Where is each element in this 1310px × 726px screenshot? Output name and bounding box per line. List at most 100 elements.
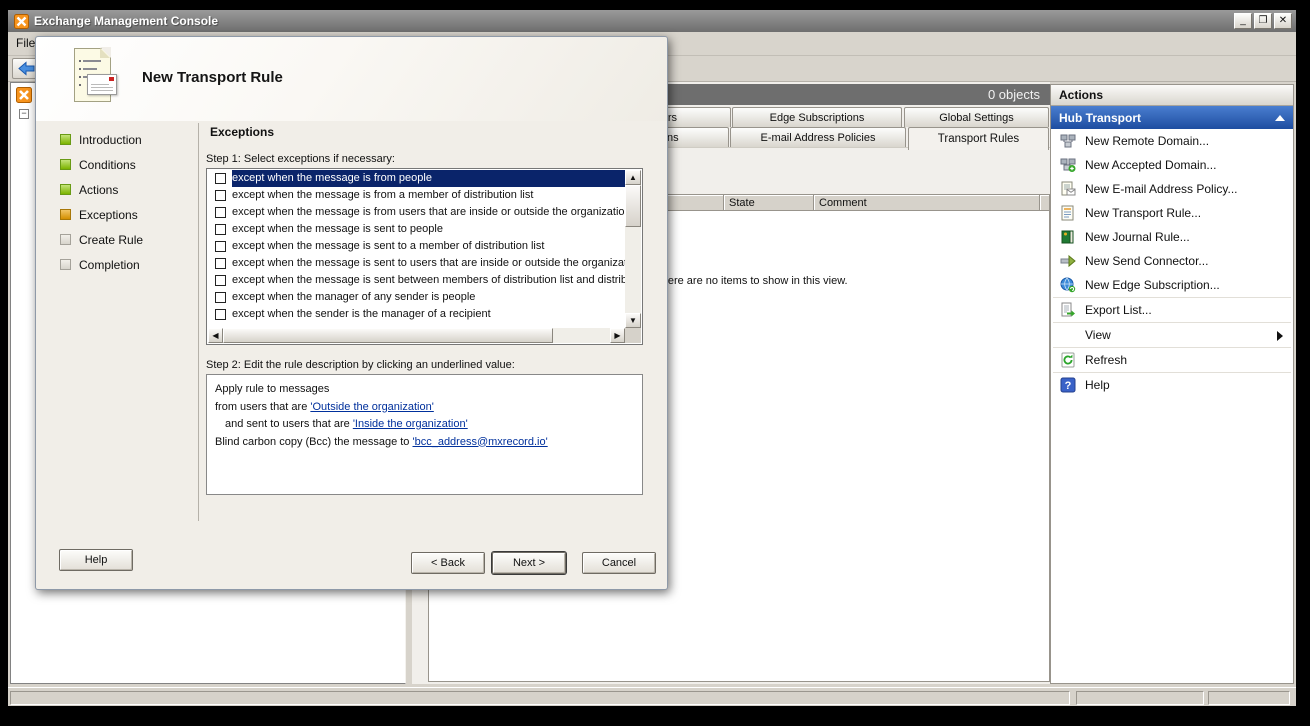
collapse-section-icon[interactable]: [1275, 115, 1285, 121]
restore-button[interactable]: ❐: [1254, 13, 1272, 29]
action-view[interactable]: View: [1051, 323, 1293, 347]
status-section: [1076, 691, 1204, 705]
step-done-icon: [60, 134, 71, 145]
step-introduction[interactable]: Introduction: [60, 127, 195, 152]
wizard-steps: Introduction Conditions Actions Exceptio…: [60, 127, 195, 277]
step2-label: Step 2: Edit the rule description by cli…: [206, 359, 643, 371]
step-current-icon: [60, 209, 71, 220]
step1-label: Step 1: Select exceptions if necessary:: [206, 153, 643, 165]
action-new-edge-subscription[interactable]: New Edge Subscription...: [1051, 273, 1293, 297]
scrollbar-corner: [625, 328, 641, 343]
close-button[interactable]: ✕: [1274, 13, 1292, 29]
scroll-down-icon[interactable]: ▼: [625, 313, 641, 328]
hub-transport-section-header[interactable]: Hub Transport: [1051, 106, 1293, 129]
steps-divider: [198, 123, 199, 521]
tab-global-settings[interactable]: Global Settings: [904, 107, 1049, 127]
empty-view-text: There are no items to show in this view.: [655, 275, 848, 287]
bcc-address-link[interactable]: 'bcc_address@mxrecord.io': [412, 436, 547, 448]
step-conditions[interactable]: Conditions: [60, 152, 195, 177]
exceptions-listbox[interactable]: except when the message is from people e…: [206, 168, 643, 345]
action-new-send-connector[interactable]: New Send Connector...: [1051, 249, 1293, 273]
exception-row[interactable]: except when the message is sent to users…: [208, 255, 625, 272]
step-pending-icon: [60, 234, 71, 245]
status-section: [1208, 691, 1290, 705]
horizontal-scrollbar[interactable]: ◀ ▶: [208, 328, 625, 343]
outside-organization-link[interactable]: 'Outside the organization': [310, 401, 433, 413]
exception-row[interactable]: except when the message is sent between …: [208, 272, 625, 289]
exception-row[interactable]: except when the manager of any sender is…: [208, 289, 625, 306]
checkbox[interactable]: [215, 190, 226, 201]
next-button[interactable]: Next >: [492, 552, 566, 574]
exception-row[interactable]: except when the message is sent to a mem…: [208, 238, 625, 255]
column-header-filler: [1040, 195, 1049, 210]
submenu-arrow-icon: [1277, 331, 1283, 341]
checkbox[interactable]: [215, 207, 226, 218]
remote-domain-icon: [1060, 133, 1076, 149]
exception-row[interactable]: except when the sender is the manager of…: [208, 306, 625, 323]
dialog-content: Exceptions Step 1: Select exceptions if …: [206, 121, 643, 495]
scroll-up-icon[interactable]: ▲: [625, 170, 641, 185]
action-export-list[interactable]: Export List...: [1051, 298, 1293, 322]
tab-edge-subscriptions[interactable]: Edge Subscriptions: [732, 107, 902, 127]
action-new-accepted-domain[interactable]: New Accepted Domain...: [1051, 153, 1293, 177]
tree-collapse-toggle[interactable]: −: [19, 109, 29, 119]
edge-subscription-icon: [1060, 277, 1076, 293]
checkbox[interactable]: [215, 258, 226, 269]
action-new-transport-rule[interactable]: New Transport Rule...: [1051, 201, 1293, 225]
inside-organization-link[interactable]: 'Inside the organization': [353, 418, 468, 430]
step-done-icon: [60, 159, 71, 170]
status-section: [10, 691, 1070, 705]
actions-panel-title: Actions: [1051, 85, 1293, 106]
accepted-domain-icon: [1060, 157, 1076, 173]
send-connector-icon: [1060, 253, 1076, 269]
action-new-remote-domain[interactable]: New Remote Domain...: [1051, 129, 1293, 153]
action-new-journal-rule[interactable]: New Journal Rule...: [1051, 225, 1293, 249]
actions-panel: Actions Hub Transport New Remote Domain.…: [1050, 84, 1294, 684]
scrollbar-thumb[interactable]: [625, 185, 641, 227]
cancel-button[interactable]: Cancel: [582, 552, 656, 574]
step-exceptions[interactable]: Exceptions: [60, 202, 195, 227]
exception-row[interactable]: except when the message is sent to peopl…: [208, 221, 625, 238]
minimize-button[interactable]: _: [1234, 13, 1252, 29]
step-completion[interactable]: Completion: [60, 252, 195, 277]
column-header-state[interactable]: State: [724, 195, 814, 210]
rule-line: Blind carbon copy (Bcc) the message to '…: [215, 434, 634, 452]
export-list-icon: [1060, 302, 1076, 318]
step-create-rule[interactable]: Create Rule: [60, 227, 195, 252]
journal-rule-icon: [1060, 229, 1076, 245]
refresh-icon: [1060, 352, 1076, 368]
dialog-title: New Transport Rule: [142, 69, 283, 86]
vertical-scrollbar[interactable]: ▲ ▼: [625, 170, 641, 328]
checkbox[interactable]: [215, 241, 226, 252]
checkbox[interactable]: [215, 275, 226, 286]
checkbox[interactable]: [215, 173, 226, 184]
exception-row[interactable]: except when the message is from people: [208, 170, 625, 187]
checkbox[interactable]: [215, 292, 226, 303]
screen: Exchange Management Console _ ❐ ✕ File −…: [0, 0, 1310, 726]
window-title: Exchange Management Console: [34, 14, 1232, 28]
title-bar[interactable]: Exchange Management Console _ ❐ ✕: [8, 10, 1296, 32]
status-bar: [8, 687, 1296, 706]
back-button[interactable]: < Back: [411, 552, 485, 574]
new-transport-rule-dialog: New Transport Rule Introduction Conditio…: [35, 36, 668, 590]
step-actions[interactable]: Actions: [60, 177, 195, 202]
scrollbar-thumb[interactable]: [223, 328, 553, 343]
help-button[interactable]: Help: [59, 549, 133, 571]
column-header-comment[interactable]: Comment: [814, 195, 1040, 210]
rule-line: from users that are 'Outside the organiz…: [215, 399, 634, 417]
step-pending-icon: [60, 259, 71, 270]
exception-row[interactable]: except when the message is from users th…: [208, 204, 625, 221]
checkbox[interactable]: [215, 224, 226, 235]
action-help[interactable]: ? Help: [1051, 373, 1293, 397]
action-new-email-address-policy[interactable]: New E-mail Address Policy...: [1051, 177, 1293, 201]
scroll-left-icon[interactable]: ◀: [208, 328, 223, 343]
tab-email-address-policies[interactable]: E-mail Address Policies: [730, 127, 906, 147]
checkbox[interactable]: [215, 309, 226, 320]
exception-row[interactable]: except when the message is from a member…: [208, 187, 625, 204]
exchange-root-node-icon[interactable]: [16, 87, 32, 108]
scroll-right-icon[interactable]: ▶: [610, 328, 625, 343]
envelope-icon: [87, 74, 117, 95]
action-refresh[interactable]: Refresh: [1051, 348, 1293, 372]
object-count: 0 objects: [988, 87, 1040, 102]
tab-transport-rules[interactable]: Transport Rules: [908, 127, 1049, 150]
